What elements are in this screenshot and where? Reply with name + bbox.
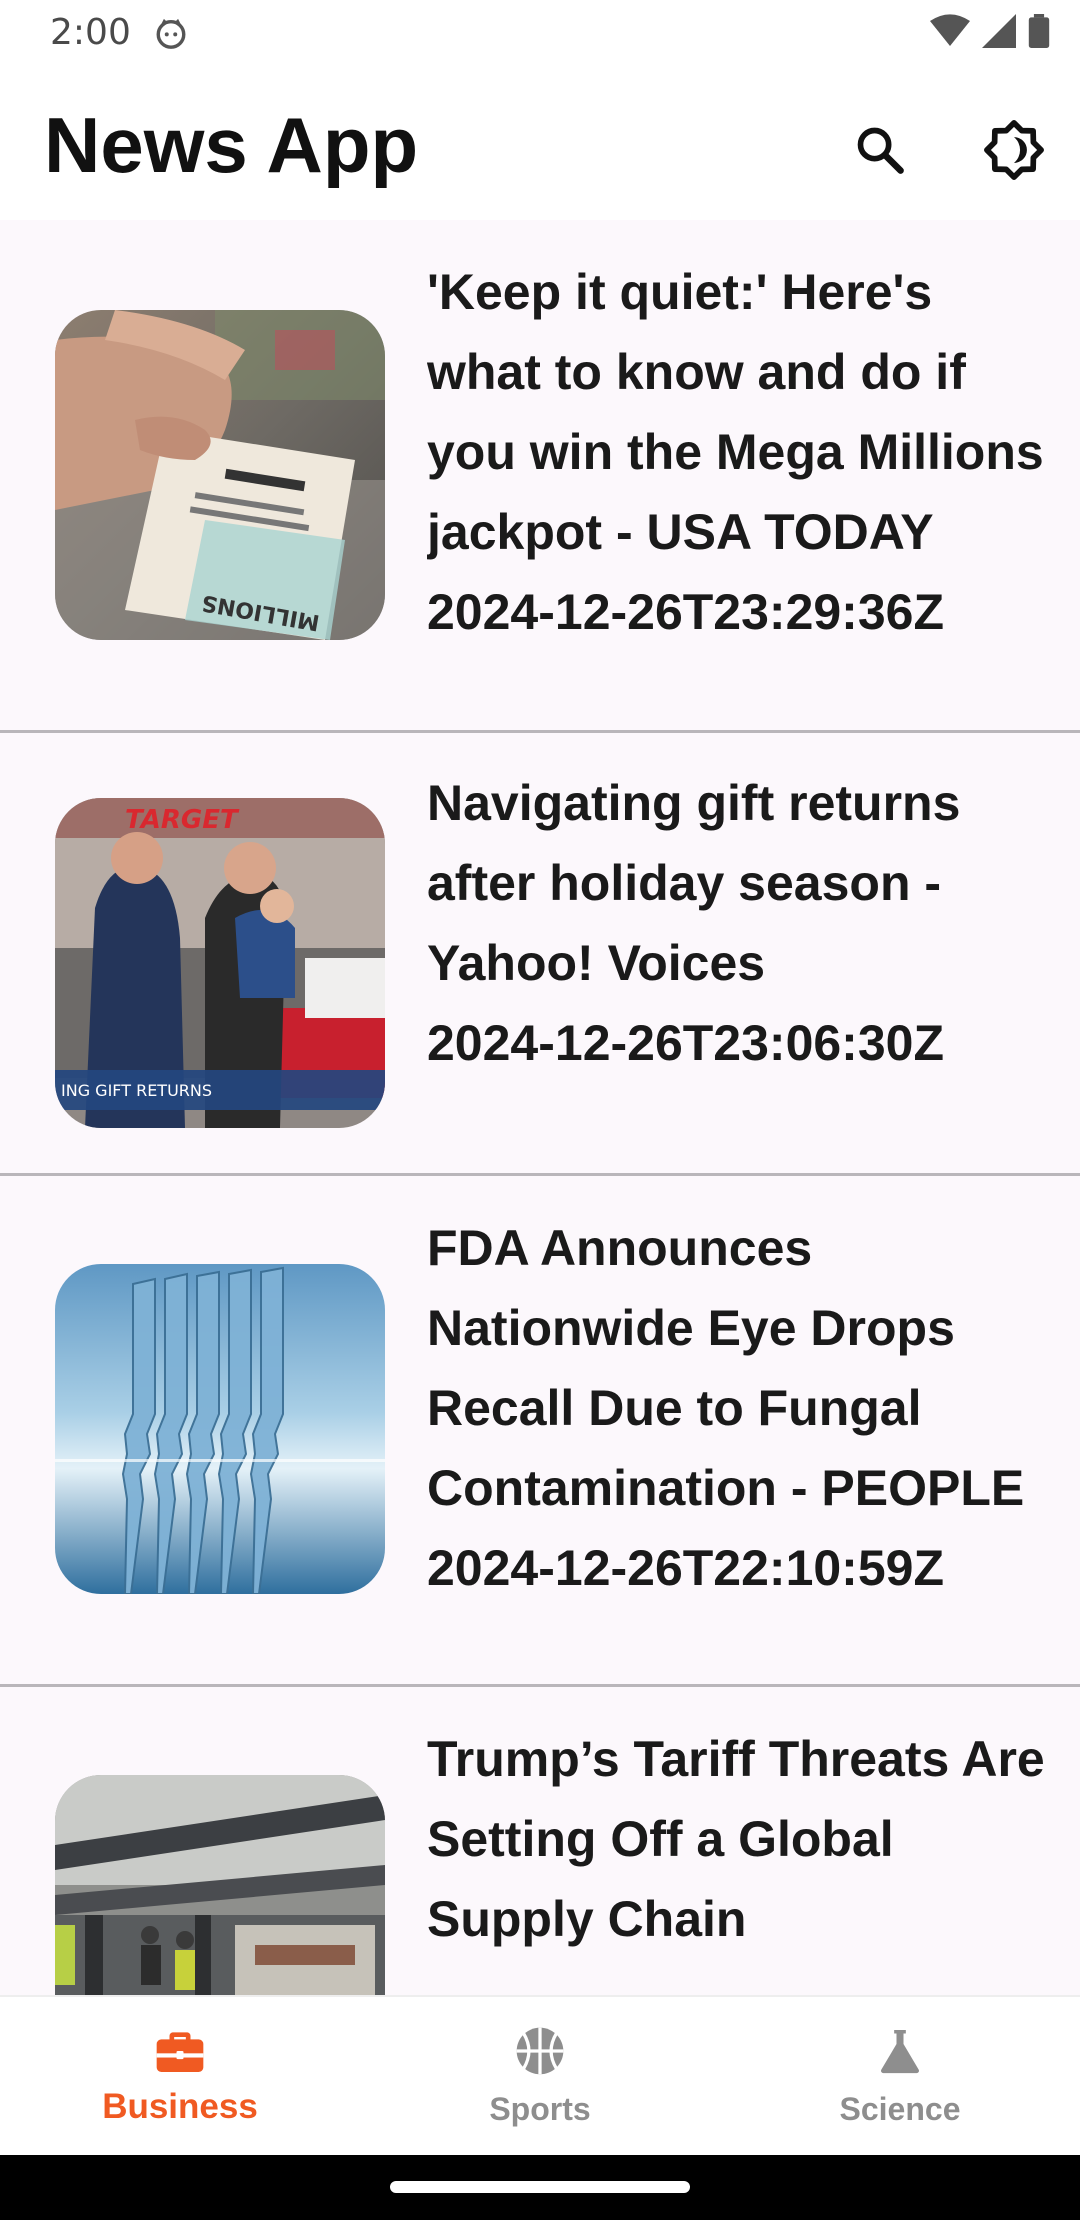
eye-drop-vials-photo <box>55 1264 385 1594</box>
video-caption-text: ING GIFT RETURNS <box>61 1081 212 1100</box>
article-timestamp: 2024-12-26T23:06:30Z <box>427 1015 944 1071</box>
search-button[interactable] <box>838 108 922 192</box>
article-headline: Trump’s Tariff Threats Are Setting Off a… <box>427 1731 1045 1947</box>
system-navigation-bar <box>0 2155 1080 2220</box>
bottom-navigation: Business Sports Science <box>0 1995 1080 2157</box>
nav-tab-sports[interactable]: Sports <box>360 1997 720 2157</box>
app-notification-icon <box>156 18 186 49</box>
news-feed[interactable]: MILLIONS 'Keep it quiet:' Here's what to… <box>0 220 1080 1995</box>
wifi-icon <box>930 14 970 47</box>
briefcase-icon <box>156 2032 204 2072</box>
page-title: News App <box>44 101 419 189</box>
article-headline: FDA Announces Nationwide Eye Drops Recal… <box>427 1220 1025 1516</box>
nav-label-science: Science <box>839 2091 961 2127</box>
search-icon <box>857 127 904 174</box>
app-bar: News App <box>0 68 1080 220</box>
article-card[interactable]: Trump’s Tariff Threats Are Setting Off a… <box>0 1687 1080 1995</box>
article-card[interactable]: TARGET ING GIFT RETURNS Navigating gift … <box>0 733 1080 1176</box>
article-thumbnail <box>55 1264 385 1594</box>
brightness-auto-icon <box>984 120 1044 180</box>
article-thumbnail: MILLIONS <box>55 310 385 640</box>
article-text: 'Keep it quiet:' Here's what to know and… <box>427 252 1047 652</box>
home-gesture-handle[interactable] <box>390 2181 690 2193</box>
theme-toggle-button[interactable] <box>972 108 1056 192</box>
article-timestamp: 2024-12-26T23:29:36Z <box>427 584 944 640</box>
shipping-port-photo <box>55 1775 385 1995</box>
nav-tab-business[interactable]: Business <box>0 1997 360 2157</box>
article-thumbnail <box>55 1775 385 1995</box>
article-card[interactable]: FDA Announces Nationwide Eye Drops Recal… <box>0 1176 1080 1687</box>
battery-icon <box>1028 14 1050 48</box>
article-timestamp: 2024-12-26T22:10:59Z <box>427 1540 944 1596</box>
basketball-icon <box>516 2027 564 2075</box>
article-headline: 'Keep it quiet:' Here's what to know and… <box>427 264 1044 560</box>
nav-tab-science[interactable]: Science <box>720 1997 1080 2157</box>
store-sign-text: TARGET <box>125 805 240 835</box>
article-text: Trump’s Tariff Threats Are Setting Off a… <box>427 1719 1047 1959</box>
article-text: Navigating gift returns after holiday se… <box>427 763 1047 1083</box>
lottery-ticket-photo: MILLIONS <box>55 310 385 640</box>
article-text: FDA Announces Nationwide Eye Drops Recal… <box>427 1208 1047 1608</box>
nav-label-business: Business <box>102 2087 258 2126</box>
cell-signal-icon <box>982 14 1016 48</box>
article-headline: Navigating gift returns after holiday se… <box>427 775 961 991</box>
status-bar: 2:00 <box>0 0 1080 68</box>
article-thumbnail: TARGET ING GIFT RETURNS <box>55 798 385 1128</box>
article-card[interactable]: MILLIONS 'Keep it quiet:' Here's what to… <box>0 220 1080 733</box>
status-time: 2:00 <box>50 12 131 53</box>
flask-icon <box>881 2030 919 2074</box>
store-returns-photo: TARGET ING GIFT RETURNS <box>55 798 385 1128</box>
nav-label-sports: Sports <box>489 2091 591 2127</box>
status-indicators <box>930 14 1050 48</box>
